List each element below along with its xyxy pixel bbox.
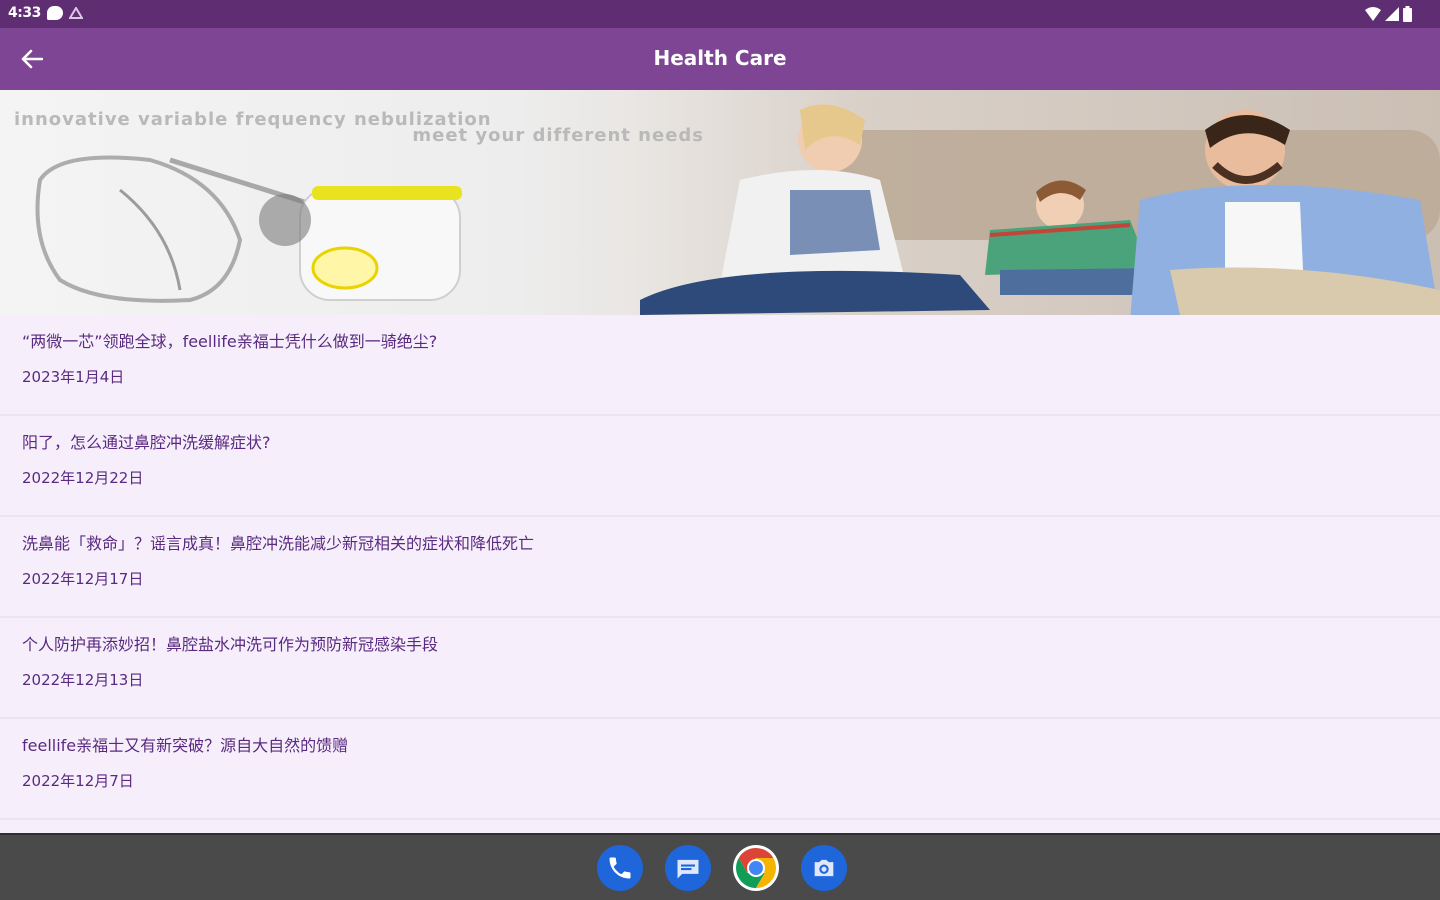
chrome-icon <box>736 848 776 888</box>
phone-icon <box>609 857 631 879</box>
news-date: 2022年12月13日 <box>22 671 144 689</box>
app-bar: Health Care <box>0 28 1440 90</box>
news-title: 个人防护再添妙招！鼻腔盐水冲洗可作为预防新冠感染手段 <box>22 635 439 654</box>
news-list-item[interactable]: feellife亲福士又有新突破？源自大自然的馈赠 2022年12月7日 <box>0 719 1440 820</box>
messages-icon <box>677 859 699 879</box>
phone-app-button[interactable] <box>597 845 643 891</box>
news-list-item[interactable]: 洗鼻能「救命」？谣言成真！鼻腔冲洗能减少新冠相关的症状和降低死亡 2022年12… <box>0 517 1440 618</box>
news-list-item[interactable]: 个人防护再添妙招！鼻腔盐水冲洗可作为预防新冠感染手段 2022年12月13日 <box>0 618 1440 719</box>
taskbar-dock <box>0 833 1440 900</box>
news-list: “两微一芯”领跑全球，feellife亲福士凭什么做到一骑绝尘? 2023年1月… <box>0 315 1440 820</box>
status-time: 4:33 <box>8 5 41 21</box>
wifi-icon <box>1365 7 1381 21</box>
news-list-item[interactable]: 阳了，怎么通过鼻腔冲洗缓解症状? 2022年12月22日 <box>0 416 1440 517</box>
cell-signal-icon <box>1385 7 1399 21</box>
camera-app-button[interactable] <box>801 845 847 891</box>
page-title: Health Care <box>653 46 787 70</box>
news-title: “两微一芯”领跑全球，feellife亲福士凭什么做到一骑绝尘? <box>22 332 438 351</box>
news-date: 2023年1月4日 <box>22 368 125 386</box>
camera-icon <box>814 859 834 877</box>
news-date: 2022年12月7日 <box>22 772 134 790</box>
battery-icon <box>1403 6 1412 22</box>
chat-notification-icon <box>46 6 63 20</box>
news-date: 2022年12月17日 <box>22 570 144 588</box>
news-title: feellife亲福士又有新突破？源自大自然的馈赠 <box>22 736 349 755</box>
chrome-app-button[interactable] <box>733 845 779 891</box>
banner-image <box>35 104 1440 315</box>
notification-icon <box>68 7 83 19</box>
news-title: 洗鼻能「救命」？谣言成真！鼻腔冲洗能减少新冠相关的症状和降低死亡 <box>22 534 535 553</box>
news-title: 阳了，怎么通过鼻腔冲洗缓解症状? <box>22 433 271 452</box>
news-date: 2022年12月22日 <box>22 469 144 487</box>
news-list-item[interactable]: “两微一芯”领跑全球，feellife亲福士凭什么做到一骑绝尘? 2023年1月… <box>0 315 1440 416</box>
status-bar: 4:33 <box>0 0 1440 28</box>
messages-app-button[interactable] <box>665 845 711 891</box>
banner-carousel[interactable]: innovative variable frequency nebulizati… <box>0 90 1440 315</box>
